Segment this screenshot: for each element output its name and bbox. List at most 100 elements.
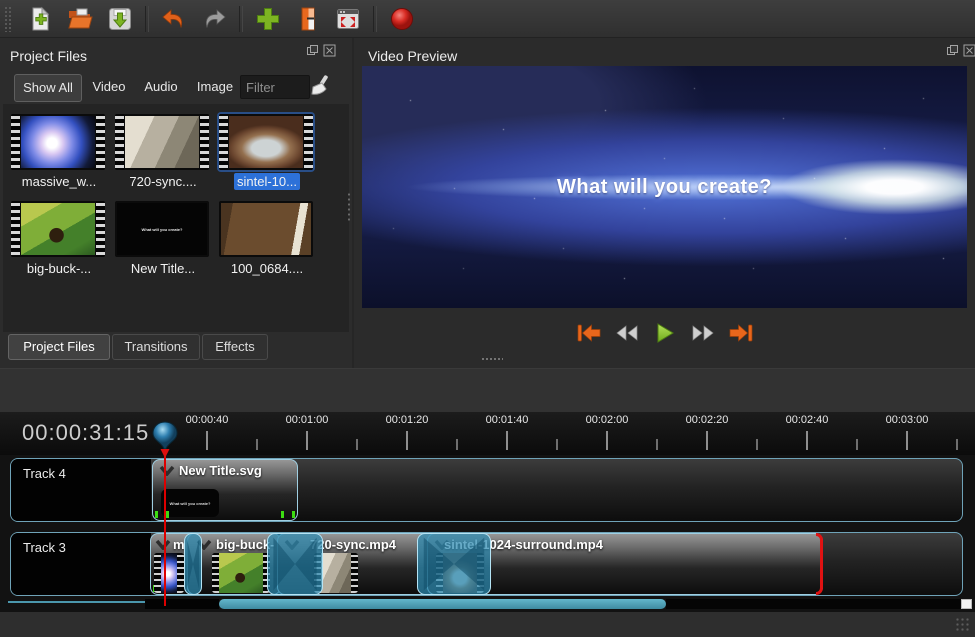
toolbar-separator xyxy=(373,6,377,32)
ruler-tick xyxy=(456,439,458,450)
scrollbar-corner xyxy=(961,599,972,609)
clip-new-title[interactable]: New Title.svg What will you create? xyxy=(152,459,298,521)
file-thumbnail xyxy=(219,114,313,170)
ruler-tick xyxy=(506,431,508,450)
ruler-tick-label: 00:01:00 xyxy=(275,414,339,426)
main-toolbar xyxy=(0,0,975,38)
file-label: sintel-10... xyxy=(219,174,315,189)
ruler-tick-label: 00:02:00 xyxy=(575,414,639,426)
file-item-big-buck[interactable]: big-buck-... xyxy=(11,201,107,276)
timeline-scrollbar xyxy=(0,597,975,612)
clip-thumbnail: What will you create? xyxy=(161,489,219,517)
track-4-row[interactable]: Track 4 New Title.svg What will you crea… xyxy=(10,458,963,522)
file-thumbnail: What will you create? xyxy=(115,201,209,257)
open-project-icon[interactable] xyxy=(65,4,95,34)
tab-transitions[interactable]: Transitions xyxy=(112,334,200,360)
track-2-clip-sliver xyxy=(145,599,219,609)
track-name: Track 3 xyxy=(23,540,66,555)
filter-image-button[interactable]: Image xyxy=(194,74,236,100)
file-item-sintel[interactable]: sintel-10... xyxy=(219,114,315,189)
playhead-marker[interactable] xyxy=(151,421,179,459)
track-name: Track 4 xyxy=(23,466,66,481)
transition-720-sintel[interactable] xyxy=(417,533,491,595)
ruler-tick xyxy=(806,431,808,450)
scrollbar-track[interactable] xyxy=(666,599,961,609)
ruler-tick xyxy=(256,439,258,450)
file-label: 720-sync.... xyxy=(115,174,211,189)
track-3-row[interactable]: Track 3 m big-buck- 720-sync.mp4 xyxy=(10,532,963,596)
clip-thumbnail xyxy=(154,553,184,593)
filter-input[interactable] xyxy=(240,75,310,99)
close-panel-icon[interactable] xyxy=(323,44,336,57)
transition-massive-bigbuck[interactable] xyxy=(184,533,202,595)
save-project-icon[interactable] xyxy=(105,4,135,34)
ruler-tick xyxy=(906,431,908,450)
chevron-down-icon xyxy=(155,539,171,550)
record-icon[interactable] xyxy=(387,4,417,34)
playback-controls xyxy=(362,316,967,350)
clip-label: New Title.svg xyxy=(179,463,262,478)
tab-project-files[interactable]: Project Files xyxy=(8,334,110,360)
clip-label: big-buck- xyxy=(216,537,275,552)
jump-to-end-button[interactable] xyxy=(728,320,754,346)
transition-bigbuck-720[interactable] xyxy=(267,533,323,595)
horizontal-scrollbar-thumb[interactable] xyxy=(219,599,666,609)
openshot-window: Project Files Show All Video Audio Image… xyxy=(0,0,975,637)
choose-profile-icon[interactable] xyxy=(293,4,323,34)
play-button[interactable] xyxy=(652,320,678,346)
keyframe-tick xyxy=(155,511,158,518)
project-files-list: massive_w... 720-sync.... sintel-10... b… xyxy=(3,104,349,332)
close-panel-icon[interactable] xyxy=(963,44,975,57)
starfield-decoration xyxy=(362,66,363,67)
ruler-tick xyxy=(856,439,858,450)
clear-filter-broom-icon[interactable] xyxy=(308,74,332,100)
float-panel-icon[interactable] xyxy=(946,44,959,57)
ruler-tick xyxy=(656,439,658,450)
float-panel-icon[interactable] xyxy=(306,44,319,57)
video-preview-canvas[interactable]: What will you create? xyxy=(362,66,967,308)
playhead-line xyxy=(164,450,166,606)
project-files-panel: Project Files Show All Video Audio Image… xyxy=(0,38,352,368)
timeline-ruler[interactable]: 00:00:31:15 00:00:40 00:01:00 00:01:20 0… xyxy=(0,412,975,455)
undo-icon[interactable] xyxy=(159,4,189,34)
window-resize-grip[interactable] xyxy=(955,617,971,633)
ruler-tick xyxy=(356,439,358,450)
project-files-title: Project Files xyxy=(10,44,87,68)
toolbar-drag-handle[interactable] xyxy=(4,6,13,32)
new-project-icon[interactable] xyxy=(25,4,55,34)
jump-to-start-button[interactable] xyxy=(576,320,602,346)
fast-forward-button[interactable] xyxy=(690,320,716,346)
file-label: 100_0684.... xyxy=(219,261,315,276)
clip-trim-red-edge[interactable] xyxy=(816,533,823,595)
playhead-timecode: 00:00:31:15 xyxy=(22,420,149,446)
file-label: big-buck-... xyxy=(11,261,107,276)
ruler-tick xyxy=(606,431,608,450)
filter-audio-button[interactable]: Audio xyxy=(140,74,182,100)
ruler-tick xyxy=(556,439,558,450)
filter-video-button[interactable]: Video xyxy=(88,74,130,100)
clip-label: m xyxy=(173,537,185,552)
rewind-button[interactable] xyxy=(614,320,640,346)
file-item-new-title[interactable]: What will you create? New Title... xyxy=(115,201,211,276)
ruler-tick-label: 00:01:20 xyxy=(375,414,439,426)
tab-effects[interactable]: Effects xyxy=(202,334,268,360)
export-video-icon[interactable] xyxy=(333,4,363,34)
file-item-100-0684[interactable]: 100_0684.... xyxy=(219,201,315,276)
keyframe-tick xyxy=(166,511,169,518)
file-label: New Title... xyxy=(115,261,211,276)
ruler-tick-label: 00:03:00 xyxy=(875,414,939,426)
chevron-down-icon xyxy=(159,465,175,476)
keyframe-tick xyxy=(281,511,284,518)
file-thumbnail xyxy=(11,201,105,257)
file-item-massive[interactable]: massive_w... xyxy=(11,114,107,189)
ruler-tick-label: 00:02:20 xyxy=(675,414,739,426)
filter-show-all-button[interactable]: Show All xyxy=(14,74,82,102)
ruler-tick-label: 00:01:40 xyxy=(475,414,539,426)
file-thumbnail xyxy=(115,114,209,170)
file-item-720-sync[interactable]: 720-sync.... xyxy=(115,114,211,189)
dock-splitter-handle[interactable] xyxy=(481,357,503,362)
ruler-tick xyxy=(306,431,308,450)
timeline-toolbar: 20 seconds xyxy=(0,368,975,413)
import-files-icon[interactable] xyxy=(253,4,283,34)
redo-icon[interactable] xyxy=(199,4,229,34)
